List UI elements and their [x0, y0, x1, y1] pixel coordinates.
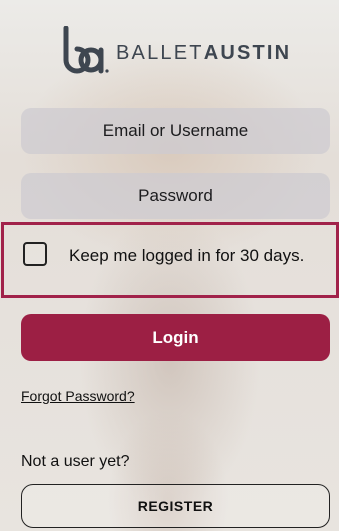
- logo-text-austin: AUSTIN: [203, 42, 292, 64]
- email-username-input[interactable]: [21, 108, 330, 154]
- logo-text-ballet: BALLET: [116, 42, 204, 64]
- forgot-password-link[interactable]: Forgot Password?: [21, 388, 135, 404]
- register-button[interactable]: REGISTER: [21, 484, 330, 528]
- not-a-user-prompt: Not a user yet?: [21, 453, 130, 470]
- ballet-austin-logo-icon: [63, 26, 109, 74]
- password-input[interactable]: [21, 173, 330, 219]
- ballet-austin-logo: BALLETAUSTIN: [62, 24, 302, 78]
- keep-logged-in-checkbox[interactable]: [23, 242, 47, 266]
- keep-logged-in-highlight: Keep me logged in for 30 days.: [1, 222, 339, 298]
- login-button[interactable]: Login: [21, 314, 330, 361]
- logo-wordmark: BALLETAUSTIN: [116, 42, 291, 65]
- keep-logged-in-label[interactable]: Keep me logged in for 30 days.: [69, 243, 319, 268]
